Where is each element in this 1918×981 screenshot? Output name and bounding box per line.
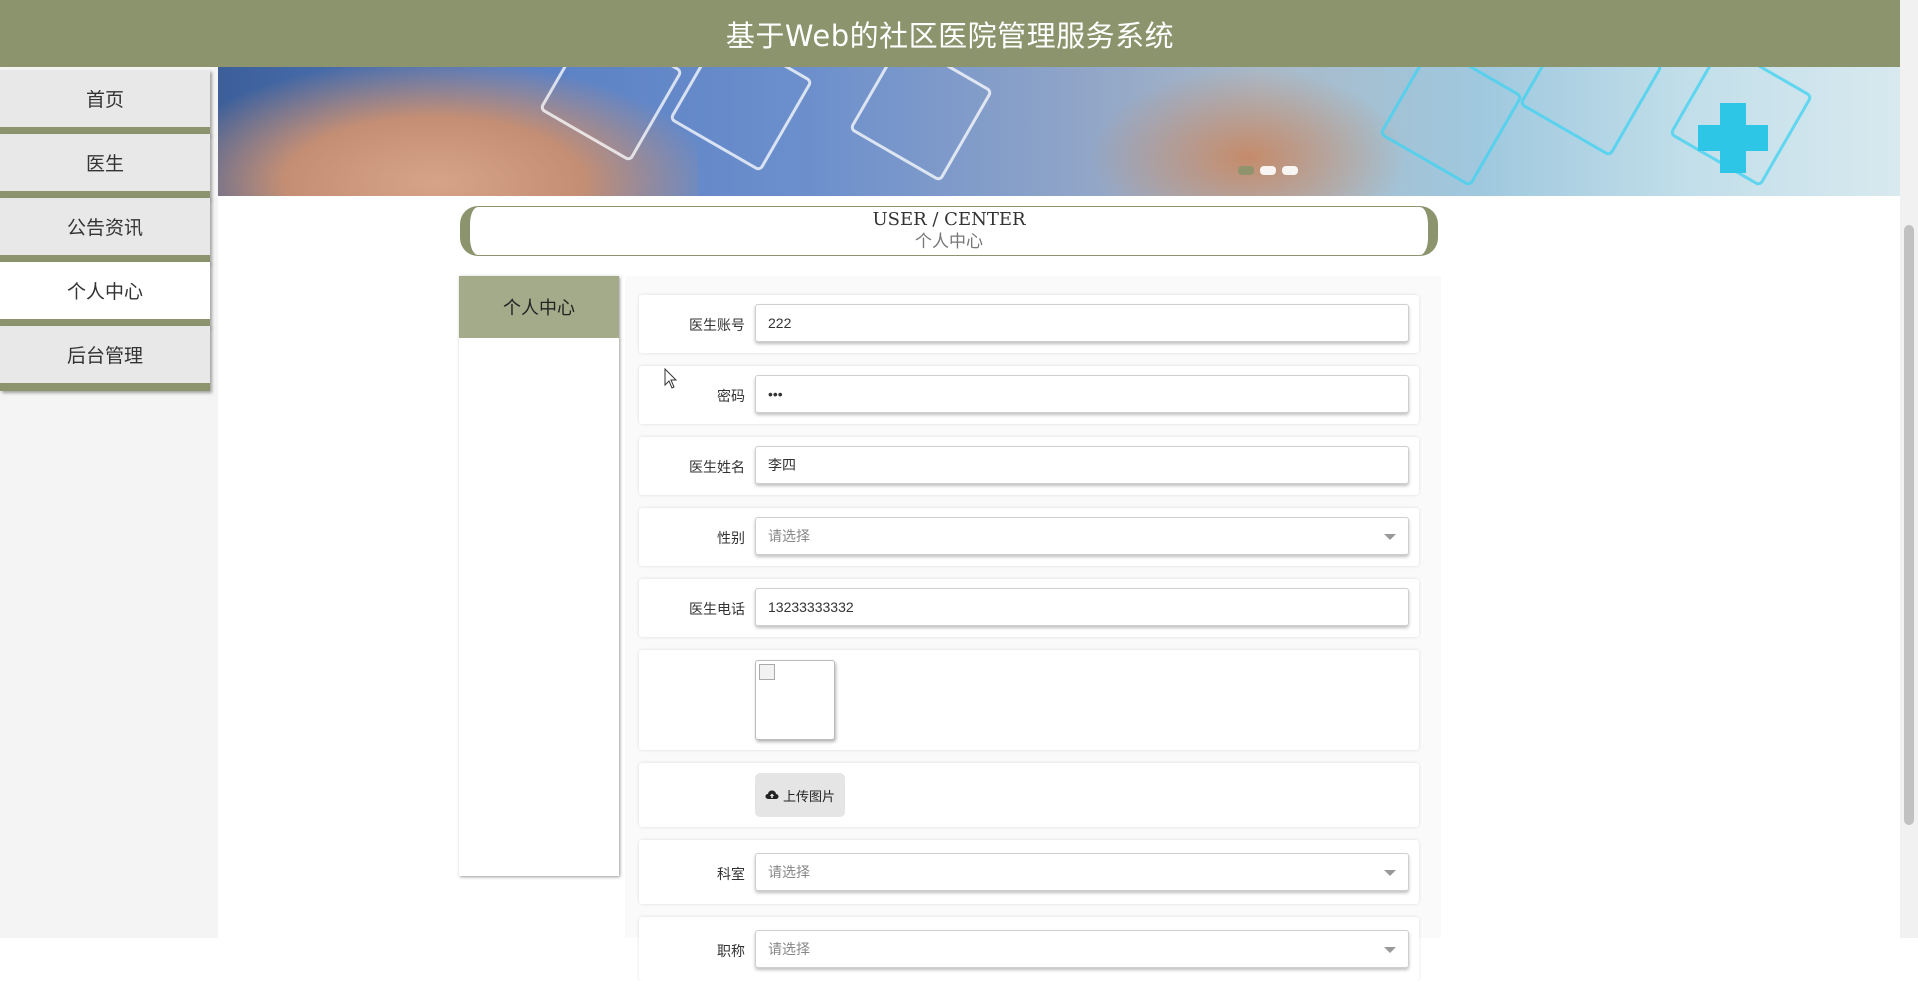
name-label: 医生姓名 [689, 460, 745, 476]
phone-value: 13233333332 [768, 599, 854, 615]
password-value: ••• [768, 386, 783, 402]
password-label: 密码 [717, 389, 745, 405]
sidebar: 首页 医生 公告资讯 个人中心 后台管理 [0, 67, 218, 938]
department-placeholder: 请选择 [768, 864, 810, 880]
sidebar-item-label: 医生 [85, 153, 124, 175]
title-select[interactable]: 请选择 [755, 930, 1409, 968]
title-label: 职称 [717, 944, 745, 960]
carousel-dot[interactable] [1282, 166, 1298, 175]
banner-carousel[interactable] [218, 67, 1900, 196]
sidebar-item-news[interactable]: 公告资讯 [0, 198, 210, 263]
cloud-upload-icon [765, 790, 779, 799]
sidebar-item-label: 公告资讯 [66, 217, 143, 239]
scrollbar-thumb[interactable] [1904, 225, 1914, 825]
carousel-dot[interactable] [1260, 166, 1276, 175]
sidebar-item-personal-center[interactable]: 个人中心 [0, 262, 210, 327]
form-row-name: 医生姓名 李四 [639, 437, 1419, 495]
form-row-phone: 医生电话 13233333332 [639, 579, 1419, 637]
phone-label: 医生电话 [689, 602, 745, 618]
department-label: 科室 [717, 867, 745, 883]
carousel-indicators [1238, 166, 1298, 175]
app-title: 基于Web的社区医院管理服务系统 [725, 18, 1175, 53]
medical-cross-icon [1698, 125, 1768, 151]
upload-image-button[interactable]: 上传图片 [755, 773, 846, 817]
chevron-down-icon [1384, 870, 1396, 876]
phone-input[interactable]: 13233333332 [755, 588, 1409, 626]
account-value: 222 [768, 315, 792, 331]
account-input[interactable]: 222 [755, 304, 1409, 342]
form-row-password: 密码 ••• [639, 366, 1419, 424]
form-row-department: 科室 请选择 [639, 840, 1419, 904]
sidebar-item-label: 后台管理 [66, 345, 143, 367]
form-row-gender: 性别 请选择 [639, 508, 1419, 566]
sidebar-item-admin[interactable]: 后台管理 [0, 326, 210, 391]
name-value: 李四 [768, 457, 796, 473]
sidebar-item-doctor[interactable]: 医生 [0, 134, 210, 199]
hexagon-decoration [848, 67, 994, 183]
tab-personal-center[interactable]: 个人中心 [459, 276, 619, 338]
chevron-down-icon [1384, 947, 1396, 953]
app-header: 基于Web的社区医院管理服务系统 [0, 0, 1900, 67]
gender-select[interactable]: 请选择 [755, 517, 1409, 555]
photo-preview[interactable] [755, 660, 835, 740]
name-input[interactable]: 李四 [755, 446, 1409, 484]
profile-form: 医生账号 222 密码 ••• 医生姓名 李四 性别 请选择 医生电话 1323… [625, 276, 1441, 981]
section-title: USER / CENTER 个人中心 [460, 206, 1438, 256]
personal-center-menu: 个人中心 [459, 276, 619, 876]
form-row-photo [639, 650, 1419, 750]
upload-label: 上传图片 [783, 789, 836, 805]
form-row-account: 医生账号 222 [639, 295, 1419, 353]
banner-arm-image [1088, 67, 1408, 196]
broken-image-icon [759, 664, 775, 680]
sidebar-item-home[interactable]: 首页 [0, 70, 210, 135]
form-row-upload: 上传图片 [639, 763, 1419, 827]
section-title-cn: 个人中心 [915, 232, 983, 252]
sidebar-item-label: 个人中心 [66, 281, 143, 303]
password-input[interactable]: ••• [755, 375, 1409, 413]
gender-label: 性别 [717, 531, 745, 547]
page-scrollbar[interactable] [1900, 0, 1918, 938]
form-row-title: 职称 请选择 [639, 917, 1419, 981]
chevron-down-icon [1384, 534, 1396, 540]
mouse-cursor-icon [664, 368, 678, 389]
title-placeholder: 请选择 [768, 941, 810, 957]
section-title-en: USER / CENTER [872, 209, 1026, 230]
sidebar-item-label: 首页 [85, 89, 124, 111]
department-select[interactable]: 请选择 [755, 853, 1409, 891]
hexagon-decoration [1518, 67, 1664, 158]
carousel-dot[interactable] [1238, 166, 1254, 175]
account-label: 医生账号 [689, 318, 745, 334]
tab-label: 个人中心 [503, 298, 575, 319]
gender-placeholder: 请选择 [768, 528, 810, 544]
